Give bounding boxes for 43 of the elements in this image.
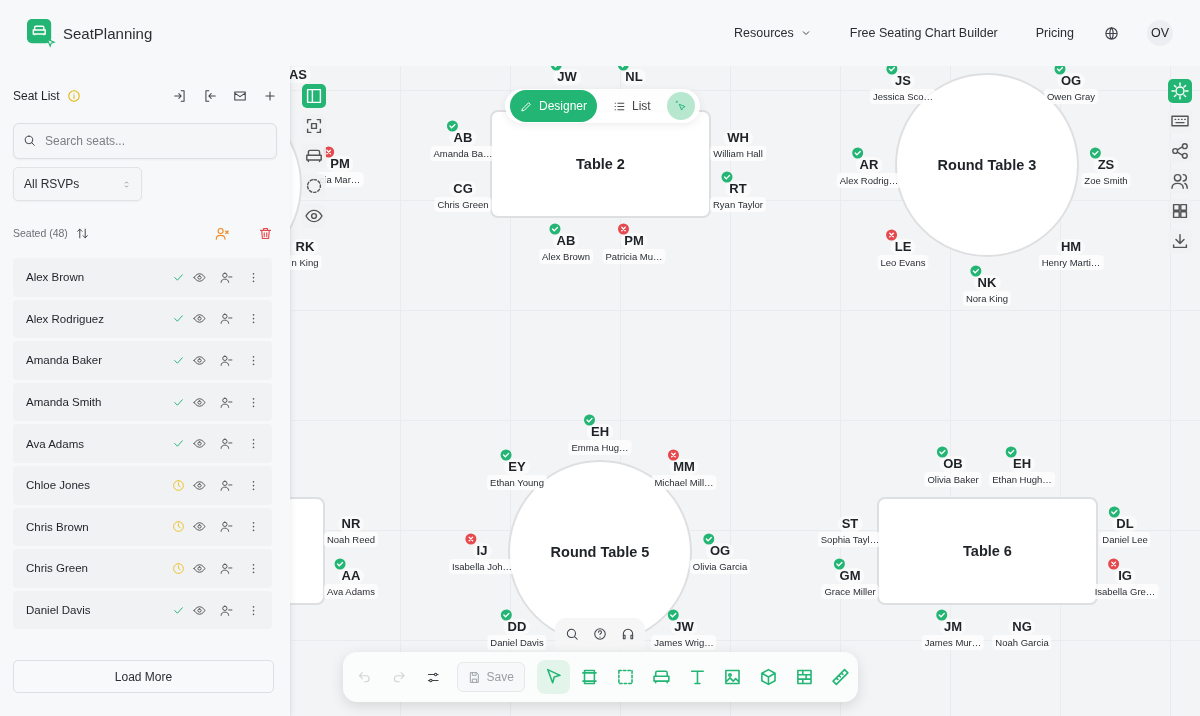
table-label: Table 2: [576, 156, 625, 172]
guest-name: Owen Gray: [1044, 89, 1098, 104]
guest-name: Nora King: [962, 291, 1012, 306]
guest-name: Grace Miller: [821, 584, 879, 599]
guest-name: Chris Green: [434, 197, 492, 212]
guest-name: Alex Rodriguez: [26, 312, 105, 325]
guest-name: Ethan Hugh…: [989, 472, 1055, 487]
guest-name: Ethan Young: [487, 475, 547, 490]
guest-name: Daniel Lee: [1099, 532, 1151, 547]
guest-name: Noah Garcia: [992, 635, 1052, 650]
guest-name: Henry Marti…: [1038, 255, 1104, 270]
guest-name: Noah Reed: [323, 532, 379, 547]
guest-name: Alex Rodrig…: [836, 173, 902, 188]
guest-name: Leo Evans: [877, 255, 929, 270]
guest-name: James Wrig…: [651, 635, 717, 650]
guest-name: William Hall: [710, 146, 766, 161]
guest-name: Daniel Davis: [487, 635, 547, 650]
guest-name: Emma Hug…: [568, 440, 632, 455]
guest-name: James Mur…: [921, 635, 985, 650]
guest-name: Patricia Mu…: [602, 249, 666, 264]
guest-name: Amanda Baker: [26, 354, 104, 367]
panel-title: Seat List: [13, 89, 60, 103]
guest-name: Chloe Jones: [26, 479, 91, 492]
guest-name: Ryan Taylor: [710, 197, 766, 212]
guest-name: Ava Adams: [26, 437, 85, 450]
guest-name: Chris Green: [26, 562, 89, 575]
guest-name: Ava Adams: [324, 584, 378, 599]
section-label: Seated (48): [13, 227, 68, 239]
guest-name: Chris Brown: [26, 520, 90, 533]
guest-name: Alex Brown: [538, 249, 594, 264]
table-label: Table 6: [963, 543, 1012, 559]
guest-name: Olivia Garcia: [689, 559, 751, 574]
guest-name: Alex Brown: [26, 271, 86, 284]
guest-name: Michael Mill…: [651, 475, 717, 490]
guest-name: Amanda Smith: [26, 396, 103, 409]
table-label: Round Table 3: [937, 157, 1037, 173]
guest-name: Olivia Baker: [924, 472, 982, 487]
guest-name: Zoe Smith: [1081, 173, 1131, 188]
guest-name: n King: [290, 255, 322, 270]
guest-name: Daniel Davis: [26, 604, 92, 617]
guest-name: Isabella Joh…: [448, 559, 516, 574]
guest-name: Jessica Sco…: [869, 89, 937, 104]
table-label: Round Table 5: [550, 544, 650, 560]
